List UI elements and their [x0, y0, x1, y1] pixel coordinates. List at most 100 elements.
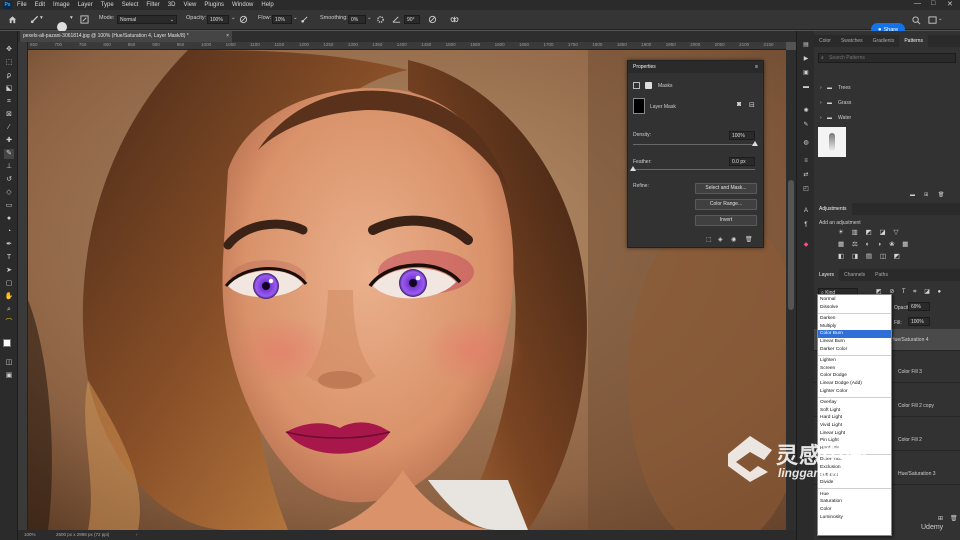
blend-mode-option[interactable]: Color Burn [818, 330, 891, 338]
new-layer-icon[interactable]: ⊞ [938, 515, 943, 522]
healing-brush-tool-icon[interactable]: ✚ [4, 136, 14, 146]
blend-mode-option[interactable]: Darker Color [818, 346, 891, 354]
pen-tool-icon[interactable]: ✒ [4, 240, 14, 250]
smoothing-field[interactable]: 0% [348, 15, 366, 24]
search-icon[interactable] [912, 16, 921, 25]
pattern-group-water[interactable]: › ▬ Water [818, 113, 958, 124]
lasso-tool-icon[interactable]: ϼ [4, 71, 14, 81]
apply-mask-icon[interactable]: ◈ [718, 236, 723, 243]
airbrush-icon[interactable] [300, 15, 309, 24]
path-selection-tool-icon[interactable]: ➤ [4, 266, 14, 276]
blend-mode-option[interactable]: Dissolve [818, 304, 891, 312]
color-range-button[interactable]: Color Range... [695, 199, 757, 210]
actions-panel-icon[interactable]: ▶ [802, 55, 810, 63]
tab-close-icon[interactable]: × [226, 31, 229, 42]
blend-mode-option[interactable]: Hard Light [818, 414, 891, 422]
close-icon[interactable]: ✕ [947, 0, 953, 8]
opacity-field[interactable]: 100% [207, 15, 229, 24]
menu-file[interactable]: File [17, 2, 27, 8]
info-panel-icon[interactable]: ◰ [802, 185, 810, 193]
density-slider-knob[interactable] [752, 141, 758, 146]
tab-color[interactable]: Color [814, 35, 836, 47]
menu-edit[interactable]: Edit [35, 2, 45, 8]
layer-fill-field[interactable]: 100% [908, 317, 930, 326]
load-selection-icon[interactable]: ⬚ [706, 236, 712, 243]
blend-mode-option[interactable]: Luminosity [818, 514, 891, 522]
brushes-panel-icon[interactable]: ✎ [802, 121, 810, 129]
vector-mask-icon[interactable] [645, 82, 652, 89]
tool-preset-chevron-icon[interactable]: ▾ [40, 15, 43, 21]
brush-angle-icon[interactable] [392, 15, 401, 24]
patterns-search-box[interactable]: ⌕ [818, 53, 956, 63]
history-panel-icon[interactable]: ▤ [802, 41, 810, 49]
tab-gradients[interactable]: Gradients [868, 35, 900, 47]
workspace-icon[interactable] [928, 16, 937, 25]
blend-mode-option[interactable]: Lighten [818, 357, 891, 365]
menu-view[interactable]: View [183, 2, 196, 8]
scrollbar-thumb[interactable] [788, 180, 794, 310]
blend-mode-option[interactable]: Lighter Color [818, 388, 891, 396]
pattern-thumbnail[interactable] [818, 127, 846, 157]
maximize-icon[interactable]: □ [931, 0, 935, 7]
dodge-tool-icon[interactable]: ◔ [4, 227, 14, 237]
minimize-icon[interactable]: — [914, 0, 921, 7]
plugin-panel-icon[interactable]: ◆ [802, 241, 810, 249]
crop-tool-icon[interactable]: ⌗ [4, 97, 14, 107]
properties-header[interactable]: Properties ≡ [628, 61, 763, 73]
adjustment-icons-row-3[interactable]: ◧ ◨ ▤ ◫ ◩ [838, 252, 903, 260]
menu-type[interactable]: Type [101, 2, 114, 8]
history-brush-tool-icon[interactable]: ↺ [4, 175, 14, 185]
ruler-horizontal[interactable]: 650 700 750 800 850 900 950 1000 1050 1100 1150 120… [28, 42, 786, 50]
layer-mask-thumbnail[interactable] [633, 98, 645, 114]
home-icon[interactable] [8, 15, 17, 24]
blend-mode-option[interactable]: Screen [818, 365, 891, 373]
tab-swatches[interactable]: Swatches [836, 35, 868, 47]
menu-3d[interactable]: 3D [168, 2, 176, 8]
feather-slider-knob[interactable] [630, 166, 636, 171]
menu-select[interactable]: Select [122, 2, 139, 8]
menu-window[interactable]: Window [232, 2, 253, 8]
move-tool-icon[interactable]: ✥ [4, 45, 14, 55]
foreground-color-swatch[interactable] [3, 339, 11, 347]
eraser-tool-icon[interactable]: ◇ [4, 188, 14, 198]
pixel-mask-icon[interactable] [633, 82, 640, 89]
character-panel-icon[interactable]: A [802, 207, 810, 215]
tab-layers[interactable]: Layers [814, 269, 840, 281]
smoothing-options-gear-icon[interactable] [376, 15, 385, 24]
menu-help[interactable]: Help [261, 2, 273, 8]
brush-settings-panel-icon[interactable]: ✺ [802, 107, 810, 115]
frame-tool-icon[interactable]: ⊠ [4, 110, 14, 120]
menu-layer[interactable]: Layer [78, 2, 93, 8]
quick-mask-icon[interactable]: ◫ [4, 358, 14, 368]
blend-mode-option[interactable]: Divide [818, 479, 891, 487]
feather-field[interactable]: 0.0 px [729, 157, 755, 166]
blend-mode-option[interactable]: Color [818, 506, 891, 514]
marquee-tool-icon[interactable]: ⬚ [4, 58, 14, 68]
brush-tool-icon[interactable] [30, 15, 39, 24]
rectangle-tool-icon[interactable]: ▢ [4, 279, 14, 289]
brush-chevron-icon[interactable]: ▾ [70, 15, 73, 21]
delete-layer-icon[interactable]: 🗑 [950, 515, 958, 522]
type-tool-icon[interactable]: T [4, 253, 14, 263]
feather-slider-track[interactable] [633, 169, 755, 170]
eyedropper-tool-icon[interactable]: ⁄ [4, 123, 14, 133]
new-pattern-icon[interactable]: ⊞ [924, 192, 928, 198]
libraries-panel-icon[interactable]: ◍ [802, 139, 810, 147]
flow-field[interactable]: 10% [272, 15, 292, 24]
blend-mode-option[interactable]: Color Dodge [818, 372, 891, 380]
pressure-size-icon[interactable] [428, 15, 437, 24]
adjustment-icons-row-1[interactable]: ☀ ▥ ◩ ◪ ▽ [838, 228, 901, 236]
edit-toolbar-icon[interactable]: ⌒ [4, 318, 14, 328]
zoom-tool-icon[interactable]: ⌕ [4, 305, 14, 315]
screen-mode-icon[interactable]: ▣ [4, 371, 14, 381]
panel-menu-icon[interactable]: ≡ [755, 61, 758, 73]
opacity-chevron-icon[interactable]: ⌄ [231, 15, 236, 21]
density-slider-track[interactable] [633, 144, 755, 145]
hand-tool-icon[interactable]: ✋ [4, 292, 14, 302]
delete-mask-icon[interactable]: 🗑 [745, 236, 753, 243]
tab-channels[interactable]: Channels [839, 269, 870, 281]
blend-mode-option[interactable]: Hue [818, 491, 891, 499]
blend-mode-option[interactable]: Vivid Light [818, 422, 891, 430]
document-tab[interactable]: pexels-ali-pazani-3061814.jpg @ 100% (Hu… [20, 31, 232, 42]
pattern-group-grass[interactable]: › ▬ Grass [818, 98, 958, 109]
